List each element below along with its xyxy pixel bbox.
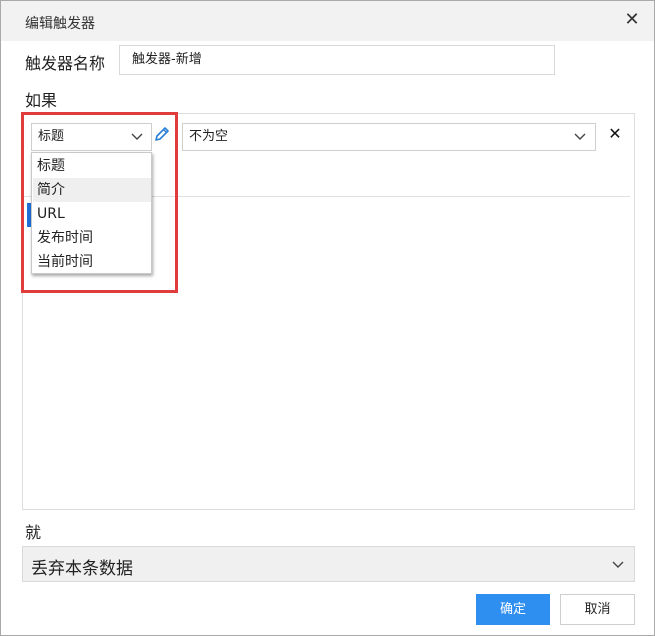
edit-trigger-dialog: 编辑触发器 ✕ 触发器名称 触发器-新增 如果 标题 不为空 ✕ 标题 简介 U… [0, 0, 655, 636]
action-select-value: 丢弃本条数据 [31, 559, 133, 579]
close-icon[interactable]: ✕ [621, 9, 643, 31]
trigger-name-label: 触发器名称 [25, 54, 106, 73]
dialog-title: 编辑触发器 [25, 16, 95, 32]
remove-condition-icon[interactable]: ✕ [607, 125, 623, 143]
trigger-name-input[interactable]: 触发器-新增 [119, 45, 555, 75]
ok-button[interactable]: 确定 [476, 594, 550, 625]
dialog-titlebar: 编辑触发器 ✕ [1, 1, 654, 41]
then-label: 就 [25, 523, 42, 542]
annotation-highlight-box [21, 112, 178, 293]
chevron-down-icon [611, 552, 625, 578]
operator-select[interactable]: 不为空 [182, 123, 596, 151]
cancel-button[interactable]: 取消 [560, 594, 635, 625]
if-label: 如果 [25, 91, 58, 110]
chevron-down-icon [573, 124, 587, 150]
action-select[interactable]: 丢弃本条数据 [22, 546, 635, 582]
operator-select-value: 不为空 [189, 129, 229, 144]
